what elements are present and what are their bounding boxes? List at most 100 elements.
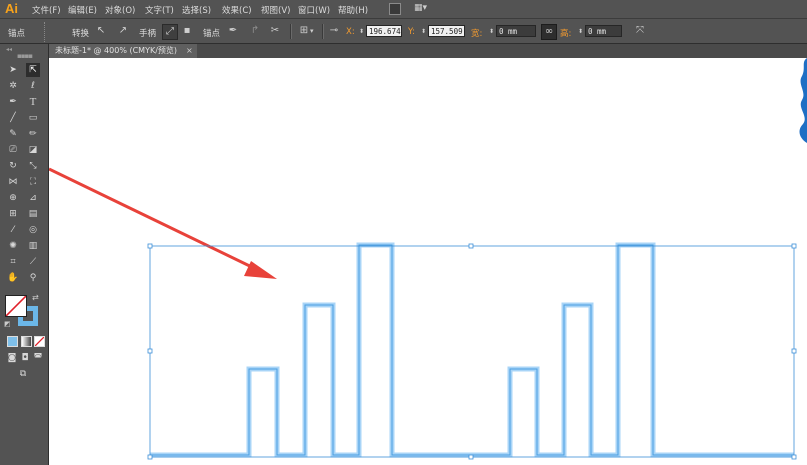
grip-handle[interactable] (44, 22, 47, 42)
gradient-mode-icon[interactable] (21, 336, 32, 347)
convert-to-smooth-icon[interactable]: ↗ (116, 24, 130, 38)
direct-selection-tool-icon[interactable]: ⇱ (26, 63, 40, 77)
y-label: Y: (408, 27, 415, 37)
panel-collapse-icon[interactable]: ◂◂ (6, 46, 12, 53)
blend-tool-icon[interactable]: ◎ (26, 223, 40, 237)
column-graph-tool-icon[interactable]: ▥ (26, 239, 40, 253)
control-bar: 锚点 转换 ↖ ↗ 手柄 ⤢ ▪ 锚点 ✒ ↱ ✂ ⊞ ▾ ⊸ X: ⬍ 196… (0, 18, 807, 44)
menu-type[interactable]: 文字(T) (145, 4, 174, 16)
spinner-icon[interactable]: ⬍ (489, 28, 494, 35)
convert-label: 转换 (72, 29, 90, 39)
handle-bottom-left (147, 454, 153, 460)
close-tab-icon[interactable]: × (186, 44, 193, 58)
spinner-icon[interactable]: ⬍ (578, 28, 583, 35)
hide-handles-icon[interactable]: ▪ (180, 24, 194, 38)
hand-tool-icon[interactable]: ✋ (6, 271, 20, 285)
reference-point-icon[interactable]: ⊸ (327, 24, 341, 38)
mesh-tool-icon[interactable]: ⊞ (6, 207, 20, 221)
slice-tool-icon[interactable]: ⟋ (26, 255, 40, 269)
spinner-icon[interactable]: ⬍ (421, 28, 426, 35)
cut-path-icon[interactable]: ✂ (268, 24, 282, 38)
handle-top-middle (468, 243, 474, 249)
handle-top-left (147, 243, 153, 249)
menu-view[interactable]: 视图(V) (261, 4, 290, 16)
menu-bar: Ai 文件(F) 编辑(E) 对象(O) 文字(T) 选择(S) 效果(C) 视… (0, 0, 807, 18)
blue-shape-edge (799, 58, 807, 143)
artwork (49, 58, 807, 460)
remove-anchor-icon[interactable]: ✒ (226, 24, 240, 38)
selection-tool-icon[interactable]: ➤ (6, 63, 20, 77)
convert-to-corner-icon[interactable]: ↖ (94, 24, 108, 38)
y-input[interactable]: 157.509 (428, 25, 465, 37)
zoom-tool-icon[interactable]: ⚲ (26, 271, 40, 285)
blob-brush-tool-icon[interactable]: ⎚ (6, 143, 20, 157)
show-handles-icon[interactable]: ⤢ (162, 24, 178, 40)
link-proportions-icon[interactable]: ∞ (541, 24, 557, 40)
handle-middle-left (147, 348, 153, 354)
menu-edit[interactable]: 编辑(E) (68, 4, 97, 16)
width-tool-icon[interactable]: ⋈ (6, 175, 20, 189)
magic-wand-tool-icon[interactable]: ✲ (6, 79, 20, 93)
document-tab[interactable]: 未标题-1* @ 400% (CMYK/预览) (49, 44, 197, 58)
menu-object[interactable]: 对象(O) (105, 4, 135, 16)
separator (322, 24, 324, 39)
spinner-icon[interactable]: ⬍ (359, 28, 364, 35)
line-tool-icon[interactable]: ╱ (6, 111, 20, 125)
menu-effect[interactable]: 效果(C) (222, 4, 252, 16)
scale-tool-icon[interactable]: ⤡ (26, 159, 40, 173)
ai-logo: Ai (5, 1, 18, 16)
free-transform-tool-icon[interactable]: ⛶ (26, 175, 40, 189)
pen-tool-icon[interactable]: ✒ (6, 95, 20, 109)
connect-anchor-icon[interactable]: ↱ (248, 24, 262, 38)
arrange-documents-icon[interactable]: ▦▾ (414, 3, 432, 14)
rotate-tool-icon[interactable]: ↻ (6, 159, 20, 173)
menu-help[interactable]: 帮助(H) (338, 4, 368, 16)
color-mode-icon[interactable] (7, 336, 18, 347)
height-label: 高: (560, 29, 572, 39)
panel-grip[interactable]: ▪▪▪▪ (17, 52, 33, 60)
artboard-canvas[interactable] (49, 58, 807, 465)
document-tab-title: 未标题-1* @ 400% (CMYK/预览) (55, 46, 178, 55)
x-label: X: (346, 27, 355, 37)
lasso-tool-icon[interactable]: ℓ (26, 79, 40, 93)
bounding-box (147, 243, 797, 460)
red-arrow-annotation (49, 167, 277, 279)
artboard-tool-icon[interactable]: ⌗ (6, 255, 20, 269)
eyedropper-tool-icon[interactable]: ⁄ (6, 223, 20, 237)
draw-inside-icon[interactable]: ◚ (31, 351, 45, 365)
draw-normal-icon[interactable]: ◙ (5, 351, 19, 365)
type-tool-icon[interactable]: T (26, 95, 40, 109)
none-mode-icon[interactable] (34, 336, 45, 347)
eraser-tool-icon[interactable]: ◪ (26, 143, 40, 157)
height-input[interactable]: 0 mm (585, 25, 622, 37)
paintbrush-tool-icon[interactable]: ✎ (6, 127, 20, 141)
rectangle-tool-icon[interactable]: ▭ (26, 111, 40, 125)
bridge-icon[interactable] (389, 3, 401, 15)
swap-fill-stroke-icon[interactable]: ⇄ (32, 293, 39, 302)
default-colors-icon[interactable]: ◩ (4, 320, 11, 328)
screen-mode-icon[interactable]: ⧉ (16, 367, 30, 381)
tools-panel: ◂◂ ▪▪▪▪ ➤ ⇱ ✲ ℓ ✒ T ╱ ▭ ✎ ✏ ⎚ ◪ ↻ ⤡ ⋈ ⛶ … (0, 44, 49, 465)
selected-path (150, 242, 794, 458)
perspective-grid-tool-icon[interactable]: ⊿ (26, 191, 40, 205)
gradient-tool-icon[interactable]: ▤ (26, 207, 40, 221)
draw-behind-icon[interactable]: ◘ (18, 351, 32, 365)
symbol-sprayer-tool-icon[interactable]: ✺ (6, 239, 20, 253)
handle-bottom-middle (468, 454, 474, 460)
handle-bottom-right (791, 454, 797, 460)
width-input[interactable]: 0 mm (496, 25, 536, 37)
menu-file[interactable]: 文件(F) (32, 4, 61, 16)
menu-select[interactable]: 选择(S) (182, 4, 211, 16)
menu-window[interactable]: 窗口(W) (298, 4, 330, 16)
separator (290, 24, 292, 39)
handle-middle-right (791, 348, 797, 354)
anchor-points-label: 锚点 (203, 29, 221, 39)
isolate-group-icon[interactable]: ⤧ (633, 24, 647, 38)
align-grid-icon[interactable]: ⊞ (297, 24, 311, 38)
x-input[interactable]: 196.674 (366, 25, 402, 37)
pencil-tool-icon[interactable]: ✏ (26, 127, 40, 141)
chevron-down-icon[interactable]: ▾ (310, 27, 314, 35)
shape-builder-tool-icon[interactable]: ⊕ (6, 191, 20, 205)
fill-color-swatch[interactable] (5, 295, 27, 317)
handles-label: 手柄 (139, 29, 157, 39)
